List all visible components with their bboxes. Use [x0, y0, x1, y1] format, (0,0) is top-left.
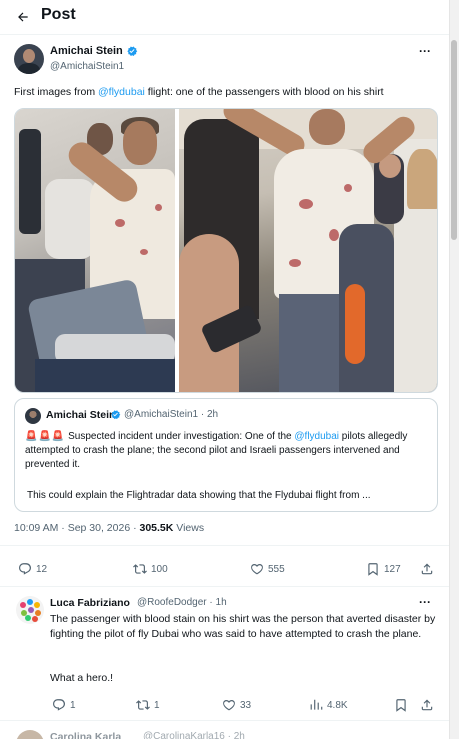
share-button[interactable]	[420, 698, 438, 712]
repost-count: 1	[154, 699, 160, 711]
more-options-icon[interactable]: ···	[419, 44, 431, 58]
next-reply-author-handle[interactable]: @CarolinaKarla16 · 2h	[143, 731, 245, 739]
arrow-left-icon	[18, 12, 28, 22]
quoted-text: 🚨🚨🚨 Suspected incident under investigati…	[25, 430, 435, 472]
author-handle[interactable]: @AmichaiStein1	[50, 61, 124, 72]
tweet-meta: 10:09 AM · Sep 30, 2026 · 305.5K Views	[14, 522, 204, 534]
repost-count: 100	[151, 563, 168, 575]
header-bar: Post	[0, 0, 459, 34]
like-button[interactable]: 33	[222, 698, 251, 712]
reply-button[interactable]: 12	[18, 562, 47, 576]
views-label: Views	[173, 522, 205, 534]
avatar[interactable]	[16, 730, 44, 739]
avatar[interactable]	[14, 44, 44, 74]
tweet-actions: 12 100 555 127	[0, 559, 449, 579]
back-button[interactable]	[12, 6, 34, 28]
avatar[interactable]	[25, 408, 41, 424]
like-count: 33	[240, 699, 252, 711]
repost-button[interactable]: 100	[133, 562, 168, 576]
views-button[interactable]: 4.8K	[309, 698, 348, 712]
scrollbar-thumb[interactable]	[451, 40, 457, 240]
page-title: Post	[41, 6, 76, 23]
photo-passenger-left[interactable]	[15, 109, 175, 392]
bookmark-icon	[396, 699, 406, 712]
share-icon	[421, 699, 433, 711]
tweet-text-part: First images from	[14, 86, 99, 98]
reply-text-second: What a hero.!	[50, 672, 114, 684]
divider	[0, 720, 449, 721]
divider	[0, 34, 449, 35]
avatar[interactable]	[16, 596, 44, 624]
siren-emoji: 🚨🚨🚨	[25, 431, 66, 442]
reply-icon	[19, 563, 32, 575]
more-options-icon[interactable]: ···	[419, 595, 431, 609]
tweet-text-part: flight: one of the passengers with blood…	[144, 86, 384, 98]
views-count: 305.5K	[139, 522, 174, 534]
reply-count: 12	[36, 563, 48, 575]
like-count: 555	[268, 563, 285, 575]
mention-link[interactable]: @flydubai	[98, 86, 145, 98]
repost-button[interactable]: 1	[136, 698, 160, 712]
author-name[interactable]: Amichai Stein	[50, 45, 123, 57]
heart-icon	[251, 564, 263, 575]
divider	[0, 586, 449, 587]
reply-button[interactable]: 1	[52, 698, 76, 712]
quoted-tweet[interactable]: Amichai Stein @AmichaiStein1 · 2h 🚨🚨🚨 Su…	[14, 398, 438, 512]
photo-passenger-right[interactable]	[179, 109, 437, 392]
next-reply-author-name[interactable]: Carolina Karla	[50, 731, 121, 739]
verified-badge-icon	[127, 46, 138, 56]
media-grid	[14, 108, 438, 393]
heart-icon	[223, 700, 235, 711]
quoted-text-part: Suspected incident under investigation: …	[65, 431, 295, 442]
quoted-author-name[interactable]: Amichai Stein	[46, 409, 115, 421]
divider	[0, 545, 449, 546]
repost-icon	[136, 700, 150, 710]
quoted-author-handle[interactable]: @AmichaiStein1 · 2h	[124, 409, 218, 420]
views-count: 4.8K	[327, 699, 348, 711]
verified-badge-icon	[111, 410, 121, 420]
reply-actions: 1 1 33 4.8K	[0, 696, 449, 714]
bookmark-icon	[368, 563, 378, 576]
reply-text: The passenger with blood stain on his sh…	[50, 613, 436, 640]
share-icon	[421, 563, 433, 575]
timestamp[interactable]: 10:09 AM · Sep 30, 2026 ·	[14, 522, 140, 534]
bookmark-count: 127	[384, 563, 401, 575]
reply-count: 1	[70, 699, 76, 711]
reply-author-name[interactable]: Luca Fabriziano	[50, 597, 130, 609]
bookmark-button[interactable]	[394, 698, 412, 712]
repost-icon	[133, 564, 147, 574]
bar-chart-icon	[310, 699, 323, 710]
like-button[interactable]: 555	[250, 562, 285, 576]
mention-link[interactable]: @flydubai	[294, 431, 339, 442]
tweet-text: First images from @flydubai flight: one …	[14, 85, 444, 99]
reply-icon	[53, 699, 66, 711]
bookmark-button[interactable]: 127	[366, 562, 401, 576]
reply-author-handle[interactable]: @RoofeDodger · 1h	[137, 597, 227, 608]
quoted-text-second: This could explain the Flightradar data …	[27, 490, 371, 501]
share-button[interactable]	[420, 562, 438, 576]
